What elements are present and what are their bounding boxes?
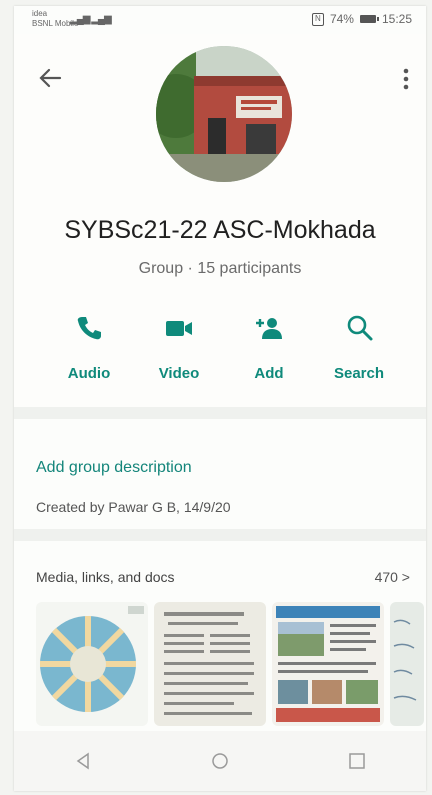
media-thumbnail[interactable] (36, 602, 148, 726)
recents-square-icon[interactable] (337, 741, 377, 781)
phone-icon (77, 317, 101, 340)
group-avatar[interactable] (156, 46, 292, 182)
action-row: Audio Video Add Search (44, 309, 404, 389)
video-camera-icon (166, 321, 192, 336)
add-person-icon (256, 318, 282, 339)
status-right: N 74% 15:25 (311, 12, 412, 26)
media-thumbnails (36, 602, 424, 726)
audio-label: Audio (67, 365, 111, 382)
media-thumbnail[interactable] (154, 602, 266, 726)
signal-icon: ▂▄▆ ▂▄▆ (70, 14, 112, 25)
search-icon (347, 315, 373, 341)
add-participant-button[interactable]: Add (224, 309, 314, 389)
clock: 15:25 (381, 12, 412, 26)
screen-frame: idea BSNL Mobile ▂▄▆ ▂▄▆ N 74% 15:25 SYB… (0, 0, 432, 795)
battery-percent: 74% (329, 12, 354, 26)
battery-icon (359, 15, 379, 23)
section-divider (14, 407, 426, 419)
vertical-dots-icon[interactable] (396, 66, 416, 92)
phone-screen: idea BSNL Mobile ▂▄▆ ▂▄▆ N 74% 15:25 SYB… (14, 6, 426, 791)
video-label: Video (158, 365, 200, 382)
add-label: Add (254, 365, 284, 382)
system-navigation-bar (14, 731, 426, 791)
back-triangle-icon[interactable] (63, 741, 103, 781)
group-name: SYBSc21-22 ASC-Mokhada (64, 216, 376, 244)
media-count-link[interactable]: 470 > (375, 569, 410, 585)
description-section: Add group description Created by Pawar G… (14, 419, 426, 529)
arrow-left-icon[interactable] (36, 66, 64, 90)
home-circle-icon[interactable] (200, 741, 240, 781)
group-info-header: SYBSc21-22 ASC-Mokhada Group · 15 partic… (14, 34, 426, 407)
search-label: Search (333, 365, 385, 382)
add-group-description[interactable]: Add group description (36, 459, 192, 477)
status-bar: idea BSNL Mobile ▂▄▆ ▂▄▆ N 74% 15:25 (14, 6, 426, 34)
search-button[interactable]: Search (314, 309, 404, 389)
nfc-icon: N (311, 12, 324, 26)
media-title: Media, links, and docs (36, 569, 175, 585)
group-subtitle: Group · 15 participants (138, 260, 302, 277)
section-divider (14, 529, 426, 541)
media-section: Media, links, and docs 470 > (14, 542, 426, 742)
media-thumbnail[interactable] (390, 602, 424, 726)
created-by-text: Created by Pawar G B, 14/9/20 (36, 499, 231, 515)
media-thumbnail[interactable] (272, 602, 384, 726)
video-call-button[interactable]: Video (134, 309, 224, 389)
audio-call-button[interactable]: Audio (44, 309, 134, 389)
